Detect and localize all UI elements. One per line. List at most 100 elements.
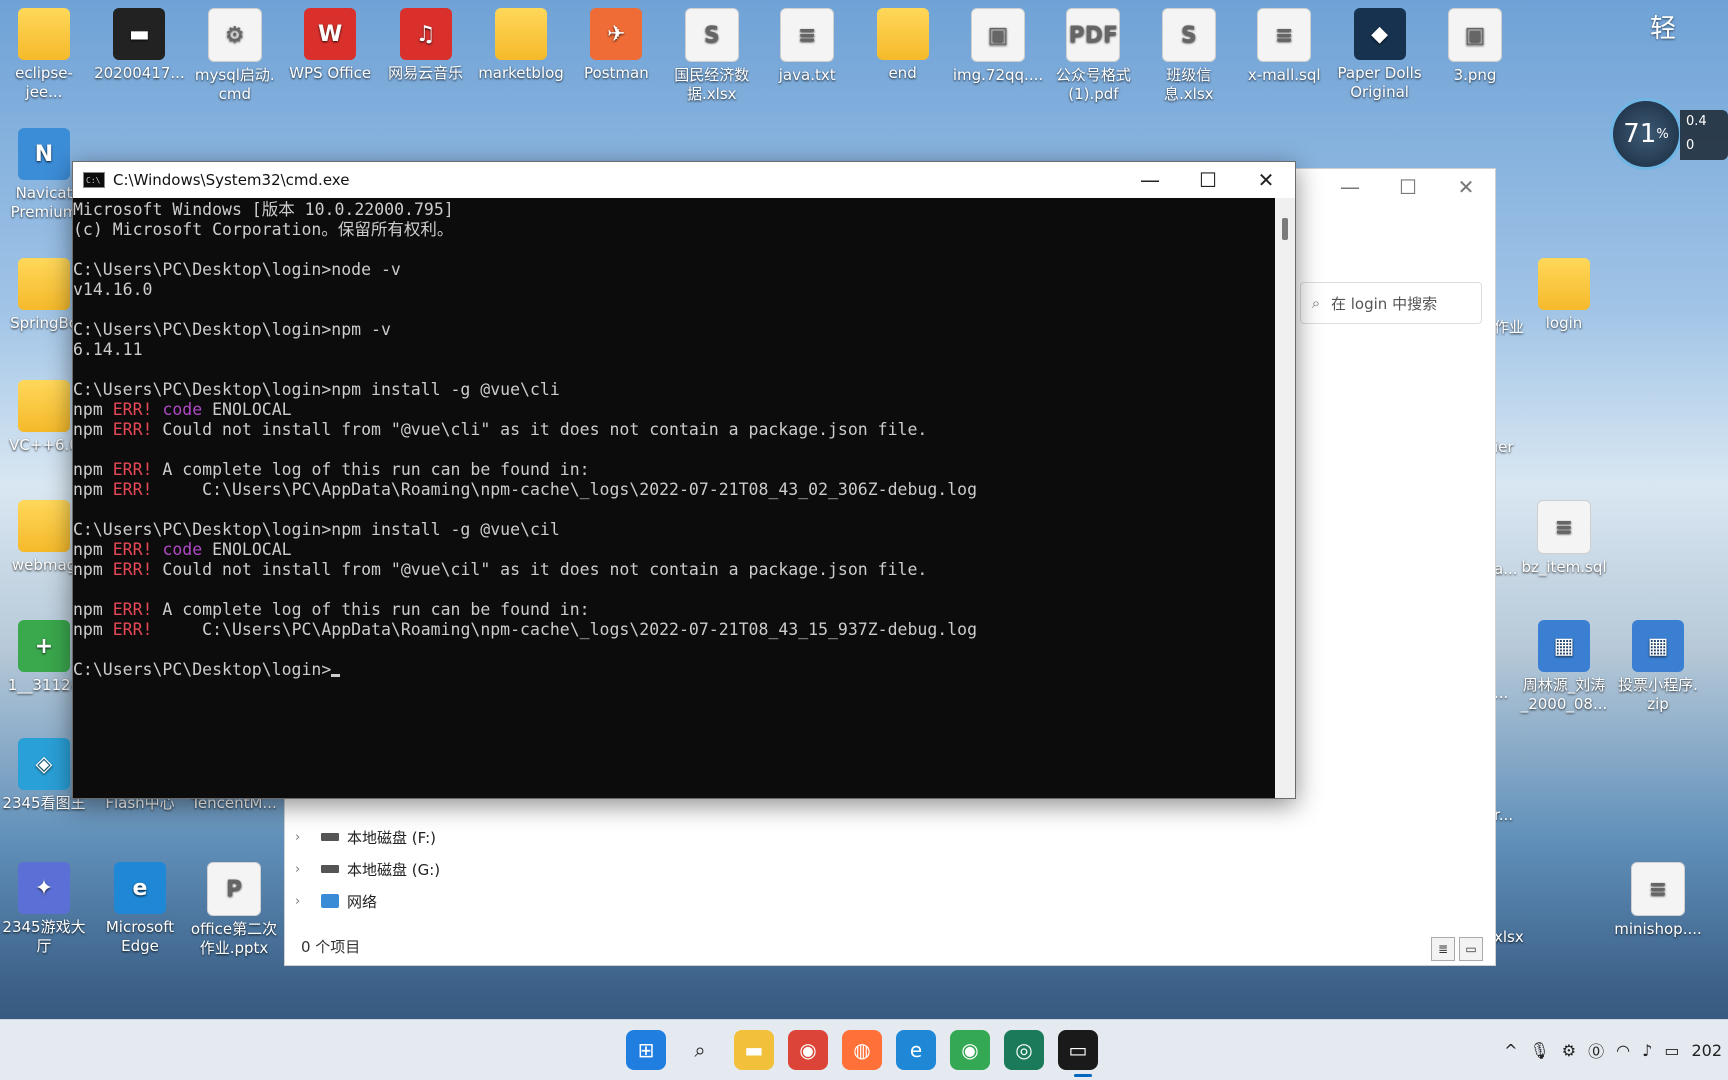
desktop-shortcut[interactable]: ▦ 周林源_刘涛 _2000_08... [1518,620,1610,714]
error-tag: ERR! [112,460,153,479]
desktop-shortcut[interactable]: ≡ x-mall.sql [1238,8,1330,85]
console-text: Could not install from "@vue\cli" as it … [152,420,928,439]
details-view-icon[interactable]: ≣ [1431,937,1455,961]
close-icon[interactable]: ✕ [1437,169,1495,205]
console-line: C:\Users\PC\Desktop\login>npm install -g… [73,380,1275,400]
chrome-icon-2[interactable]: ◉ [950,1030,990,1070]
console-text: npm [73,620,113,639]
edge-icon: e [114,862,166,914]
postman-icon: ✈ [590,8,643,60]
partial-shortcut-label: r... [1494,806,1514,824]
desktop-shortcut-label: Microsoft Edge [105,918,175,955]
desktop-shortcut[interactable]: ⚙ mysql启动. cmd [189,8,281,104]
desktop-shortcut[interactable]: PDF 公众号格式 (1).pdf [1047,8,1139,104]
desktop-shortcut[interactable]: eclipse-jee... [0,8,90,102]
console-text: 6.14.11 [73,340,143,359]
chrome-icon[interactable]: ◉ [788,1030,828,1070]
desktop-shortcut[interactable]: e Microsoft Edge [94,862,186,956]
chevron-right-icon[interactable]: › [295,830,313,845]
start-icon[interactable]: ⊞ [626,1030,666,1070]
app-tray-icon[interactable]: ⚙ [1562,1041,1576,1060]
pdf-icon: PDF [1066,8,1121,62]
desktop-shortcut[interactable]: ≡ bz_item.sql [1518,500,1610,577]
speed-percent: 71 [1623,119,1657,149]
console-text: npm [73,460,113,479]
text-file-icon: ≡ [1631,862,1685,916]
tree-item[interactable]: › 本地磁盘 (G:) [295,853,440,885]
console-output[interactable]: Microsoft Windows [版本 10.0.22000.795] (c)… [73,198,1275,798]
maximize-icon[interactable]: ☐ [1379,169,1437,205]
firefox-icon[interactable]: ◍ [842,1030,882,1070]
speed-unit: % [1656,126,1669,142]
desktop-shortcut[interactable]: ✈ Postman [570,8,662,83]
console-text: C:\Users\PC\Desktop\login>npm -v [73,320,391,339]
desktop-shortcut[interactable]: ✦ 2345游戏大 厅 [0,862,90,956]
console-text: C:\Users\PC\Desktop\login>npm install -g… [73,520,560,539]
volume-icon[interactable]: ♪ [1642,1041,1652,1060]
desktop-shortcut[interactable]: marketblog [475,8,567,83]
network-icon [321,894,339,908]
cmd-titlebar[interactable]: C:\ C:\Windows\System32\cmd.exe — ☐ ✕ [73,162,1295,198]
desktop-shortcut-label: 国民经济数 据.xlsx [674,66,750,103]
search-icon[interactable]: ⌕ [680,1030,720,1070]
image-icon: ▣ [1448,8,1502,62]
battery-icon[interactable]: ▭ [1664,1041,1679,1060]
input-method-icon[interactable]: ⓪ [1588,1038,1604,1062]
desktop-shortcut[interactable]: login [1518,258,1610,333]
tree-item[interactable]: › 本地磁盘 (F:) [295,821,440,853]
tree-item-label: 网络 [347,892,378,911]
desktop-shortcut[interactable]: S 国民经济数 据.xlsx [666,8,758,104]
desktop-shortcut[interactable]: ◆ Paper Dolls Original [1334,8,1426,102]
network-speed-widget[interactable]: 71% [1610,98,1682,170]
desktop-shortcut[interactable]: ▣ 3.png [1429,8,1521,85]
clock[interactable]: 202 [1691,1041,1722,1060]
tiles-view-icon[interactable]: ▭ [1459,937,1483,961]
cmd-window[interactable]: C:\ C:\Windows\System32\cmd.exe — ☐ ✕ Mi… [72,161,1296,799]
desktop-shortcut[interactable]: Poffice第二次 作业.pptx [188,862,280,958]
desktop-shortcut[interactable]: ≡ java.txt [761,8,853,85]
app-green-icon[interactable]: ◎ [1004,1030,1044,1070]
minimize-icon[interactable]: — [1321,169,1379,205]
close-icon[interactable]: ✕ [1237,162,1295,198]
gear-icon: ⚙ [207,8,262,62]
desktop-shortcut[interactable]: ≡ minishop.... [1612,862,1704,939]
desktop-shortcut[interactable]: S 班级信息.xlsx [1143,8,1235,104]
text-file-icon: ≡ [1257,8,1312,62]
maximize-icon[interactable]: ☐ [1179,162,1237,198]
search-input[interactable]: ⌕ 在 login 中搜索 [1300,282,1482,324]
scrollbar-thumb[interactable] [1282,218,1288,240]
console-line: npm ERR! code ENOLOCAL [73,400,1275,420]
desktop-shortcut[interactable]: ▣ img.72qq.... [952,8,1044,85]
terminal-icon[interactable]: ▭ [1058,1030,1098,1070]
tree-item-label: 本地磁盘 (G:) [347,860,441,879]
desktop-shortcut-label: 2345游戏大 厅 [2,918,86,955]
wifi-icon[interactable]: ◠ [1616,1041,1630,1060]
microphone-icon[interactable]: 🎙 [1529,1041,1549,1060]
tree-item[interactable]: › 网络 [295,885,440,917]
archive-icon: ▦ [1632,620,1684,672]
desktop-shortcut[interactable]: W WPS Office [284,8,376,83]
desktop-shortcut-label: eclipse-jee... [15,64,73,101]
console-text: (c) Microsoft Corporation。保留所有权利。 [73,220,454,239]
minimize-icon[interactable]: — [1121,162,1179,198]
edge-icon[interactable]: e [896,1030,936,1070]
partial-shortcut-label: 作业 [1494,318,1525,336]
desktop-shortcut[interactable]: ▦ 投票小程序. zip [1612,620,1704,714]
desktop-shortcut[interactable]: ♫ 网易云音乐 [380,8,472,83]
active-app-indicator [1074,1074,1092,1077]
game-icon: ◆ [1353,8,1406,60]
file-explorer-icon[interactable]: ▬ [734,1030,774,1070]
partial-shortcut-label: ... [1494,684,1509,702]
desktop-shortcut[interactable]: end [857,8,949,83]
desktop-shortcut-label: bz_item.sql [1521,558,1607,576]
chevron-right-icon[interactable]: › [295,894,313,909]
tray-chevron-icon[interactable]: ^ [1504,1041,1517,1060]
chevron-right-icon[interactable]: › [295,862,313,877]
console-scrollbar[interactable] [1275,198,1295,798]
desktop-shortcut[interactable]: ▬ 20200417... [93,8,185,83]
text-file-icon: ≡ [1537,500,1591,554]
desktop-shortcut-label: office第二次 作业.pptx [190,920,278,957]
